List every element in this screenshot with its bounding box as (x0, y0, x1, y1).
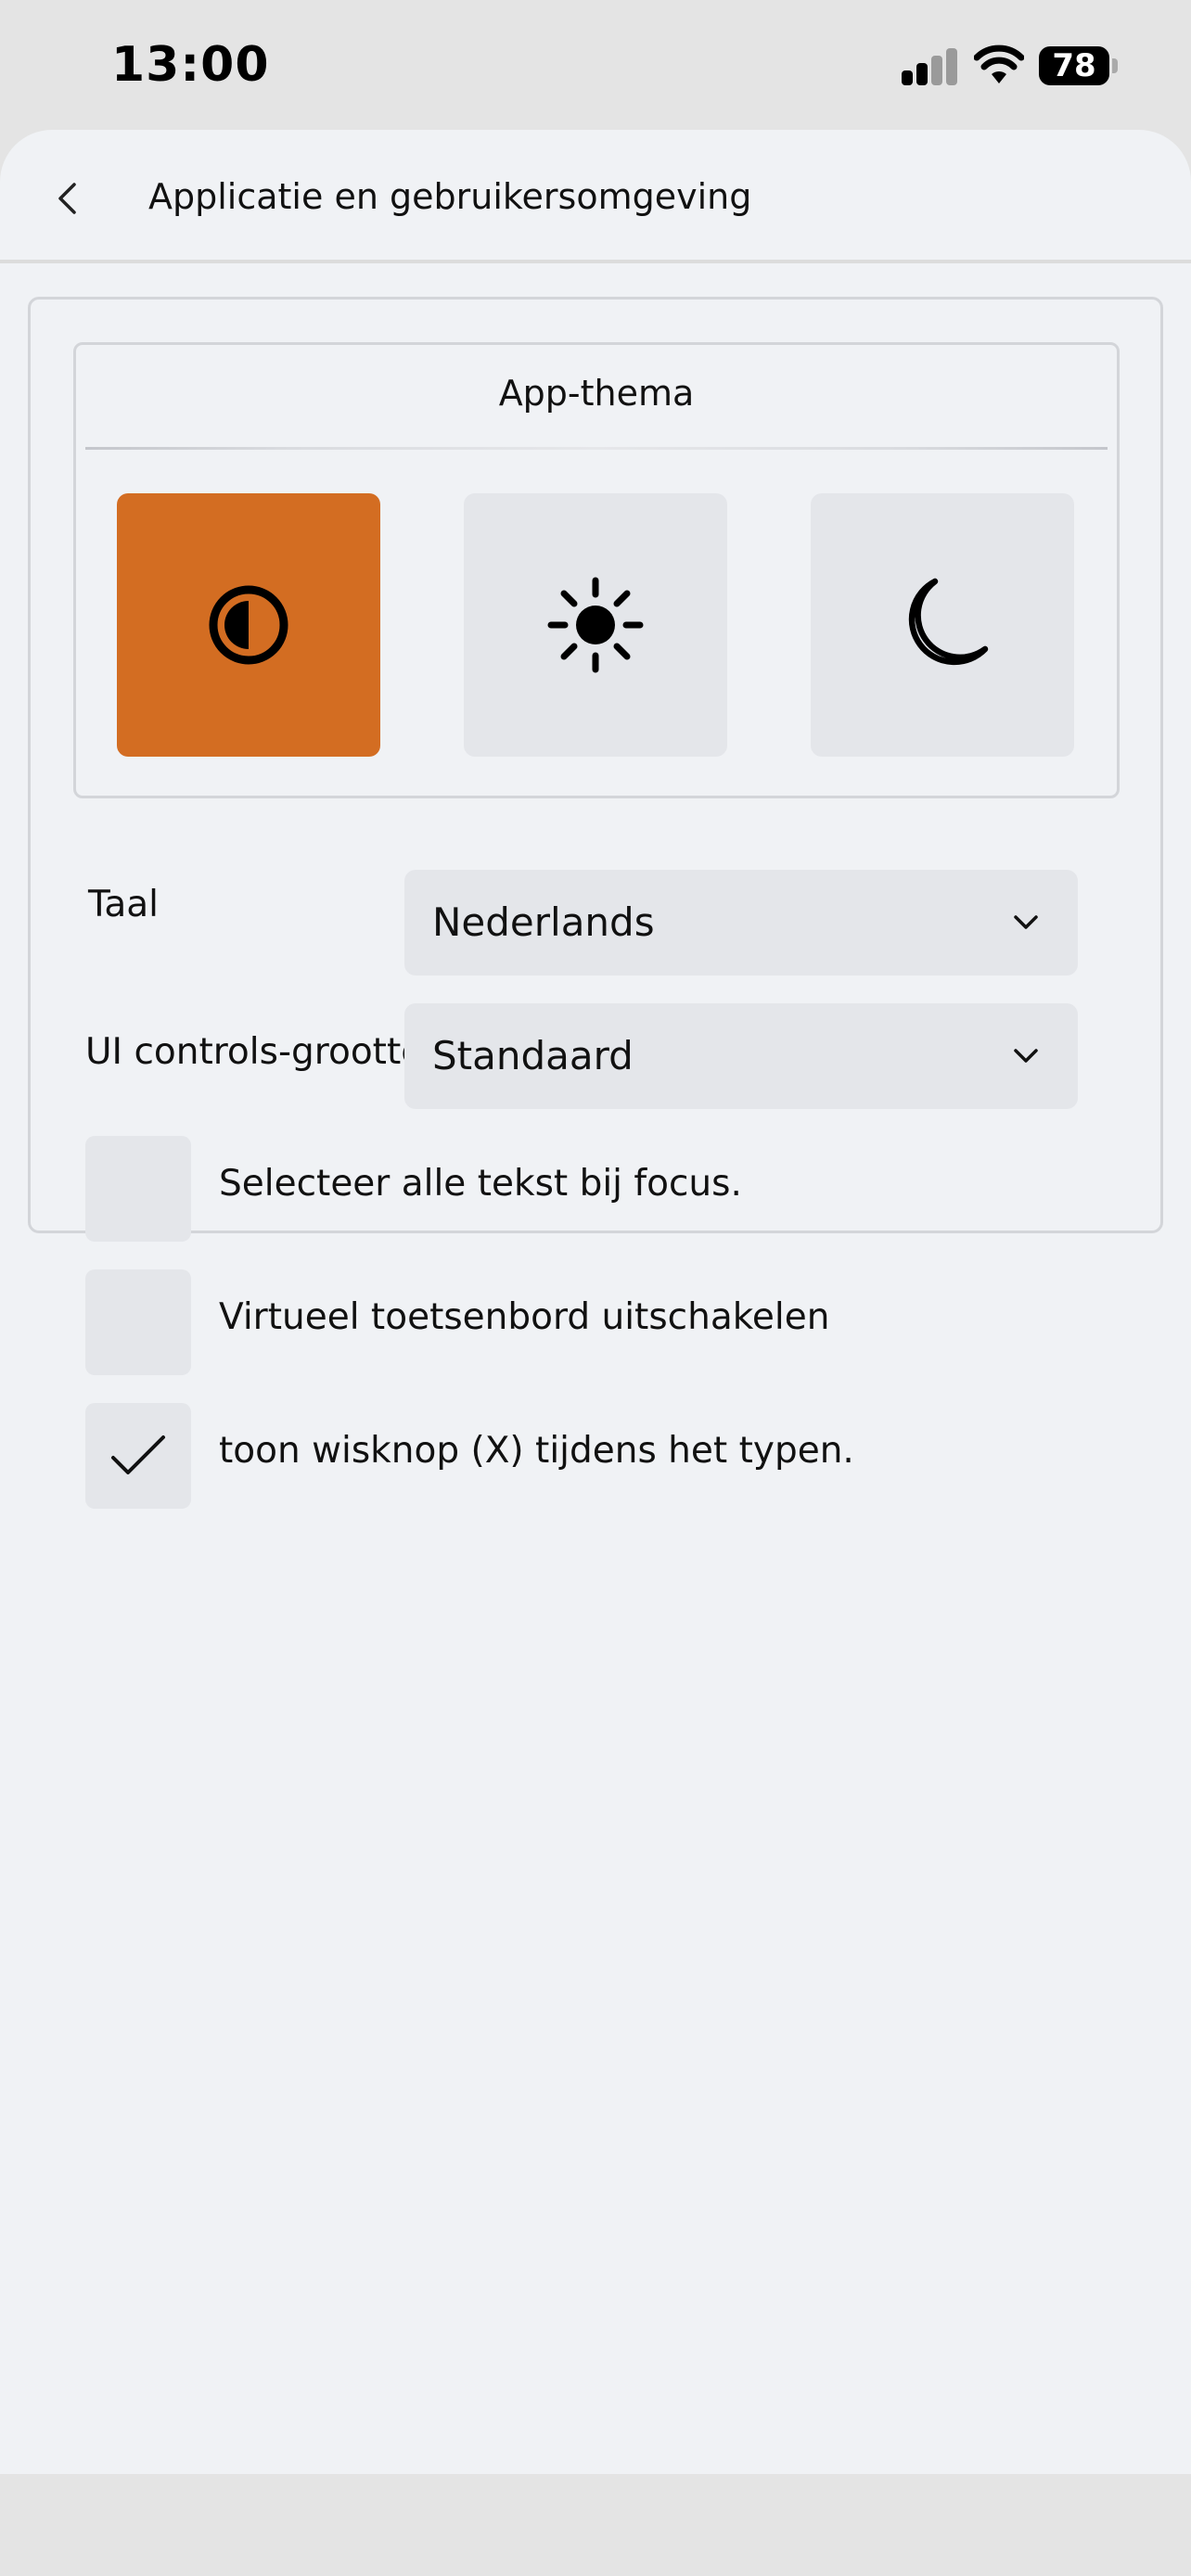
theme-selector: App-thema (73, 342, 1120, 798)
select-all-checkbox[interactable] (85, 1136, 191, 1242)
header: Applicatie en gebruikersomgeving (0, 130, 1191, 263)
ui-size-value: Standaard (432, 1033, 634, 1078)
clear-button-label: toon wisknop (X) tijdens het typen. (219, 1430, 854, 1472)
clear-button-checkbox[interactable] (85, 1403, 191, 1509)
ui-size-select[interactable]: Standaard (404, 1003, 1078, 1109)
select-all-label: Selecteer alle tekst bij focus. (219, 1163, 742, 1205)
contrast-icon (209, 585, 288, 665)
page-title: Applicatie en gebruikersomgeving (148, 176, 752, 217)
theme-light-button[interactable] (464, 493, 727, 757)
battery-level: 78 (1052, 47, 1096, 84)
bottom-bar (0, 2474, 1191, 2576)
sun-icon (547, 577, 644, 673)
status-bar: 13:00 78 (0, 0, 1191, 130)
settings-sheet: Applicatie en gebruikersomgeving App-the… (0, 130, 1191, 2474)
status-time: 13:00 (111, 37, 270, 93)
theme-dark-button[interactable] (811, 493, 1074, 757)
checkmark-icon (111, 1435, 165, 1474)
wifi-icon (974, 45, 1024, 83)
language-select[interactable]: Nederlands (404, 870, 1078, 976)
ui-size-label: UI controls-grootte (85, 1031, 424, 1073)
disable-keyboard-label: Virtueel toetsenbord uitschakelen (219, 1296, 830, 1338)
chevron-down-icon (1014, 915, 1038, 929)
theme-auto-button[interactable] (117, 493, 380, 757)
battery-cap (1112, 58, 1118, 73)
moon-icon (908, 578, 989, 666)
disable-keyboard-checkbox[interactable] (85, 1269, 191, 1375)
battery-icon: 78 (1039, 46, 1109, 85)
back-button[interactable] (41, 172, 93, 224)
chevron-left-icon (58, 183, 76, 214)
language-label: Taal (88, 884, 160, 925)
theme-divider (85, 447, 1108, 450)
signal-icon (902, 48, 959, 85)
language-value: Nederlands (432, 899, 655, 945)
chevron-down-icon (1014, 1049, 1038, 1063)
theme-title: App-thema (498, 373, 695, 414)
